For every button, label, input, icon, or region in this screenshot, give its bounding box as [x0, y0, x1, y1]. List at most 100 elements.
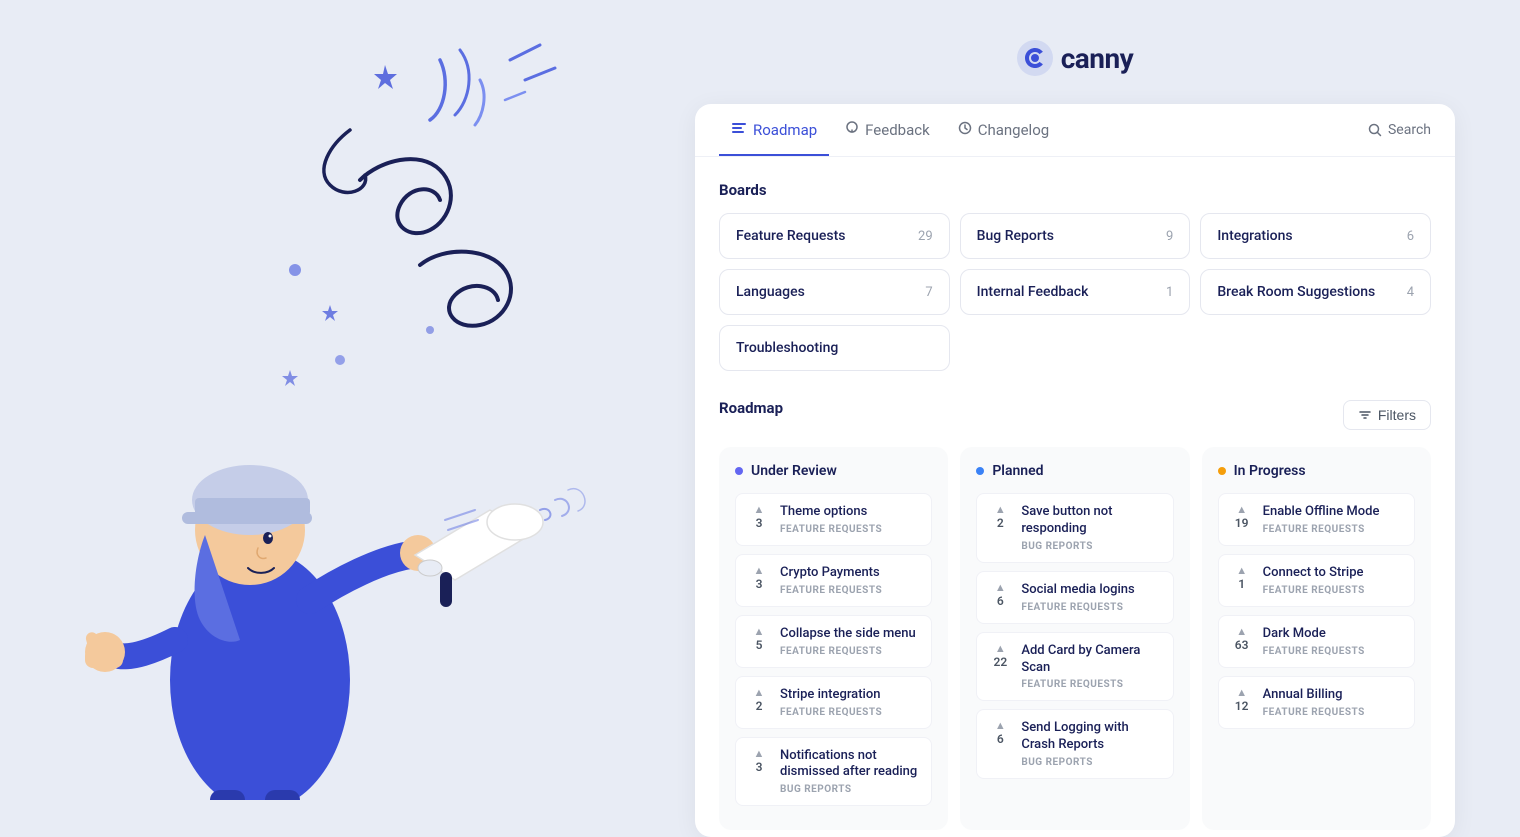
list-item[interactable]: ▲ 3 Crypto Payments FEATURE REQUESTS — [735, 554, 932, 607]
vote-count: 19 — [1235, 516, 1249, 530]
list-item[interactable]: ▲ 2 Stripe integration FEATURE REQUESTS — [735, 676, 932, 729]
vote-area: ▲ 63 — [1231, 626, 1253, 652]
main-card: Roadmap Feedback Changelog Search — [695, 104, 1455, 837]
vote-area: ▲ 3 — [748, 748, 770, 774]
item-title: Enable Offline Mode — [1263, 504, 1402, 521]
item-content: Connect to Stripe FEATURE REQUESTS — [1263, 565, 1402, 596]
tab-roadmap[interactable]: Roadmap — [719, 104, 829, 156]
roadmap-col-in-progress: In Progress ▲ 19 Enable Offline Mode FEA… — [1202, 447, 1431, 830]
vote-count: 12 — [1235, 699, 1249, 713]
item-content: Enable Offline Mode FEATURE REQUESTS — [1263, 504, 1402, 535]
item-tag: BUG REPORTS — [1021, 757, 1160, 768]
vote-arrow: ▲ — [995, 643, 1006, 654]
in-progress-dot — [1218, 467, 1226, 475]
board-count: 4 — [1407, 285, 1414, 300]
item-content: Theme options FEATURE REQUESTS — [780, 504, 919, 535]
list-item[interactable]: ▲ 3 Notifications not dismissed after re… — [735, 737, 932, 807]
board-count: 6 — [1407, 229, 1414, 244]
under-review-dot — [735, 467, 743, 475]
list-item[interactable]: ▲ 2 Save button not responding BUG REPOR… — [976, 493, 1173, 563]
boards-section-title: Boards — [719, 181, 1431, 199]
list-item[interactable]: ▲ 12 Annual Billing FEATURE REQUESTS — [1218, 676, 1415, 729]
list-item[interactable]: ▲ 22 Add Card by Camera Scan FEATURE REQ… — [976, 632, 1173, 702]
card-body: Boards Feature Requests 29 Bug Reports 9… — [695, 157, 1455, 837]
list-item[interactable]: ▲ 5 Collapse the side menu FEATURE REQUE… — [735, 615, 932, 668]
tab-feedback-label: Feedback — [865, 121, 930, 139]
board-name: Troubleshooting — [736, 340, 838, 356]
item-title: Send Logging with Crash Reports — [1021, 720, 1160, 754]
roadmap-col-planned: Planned ▲ 2 Save button not responding B… — [960, 447, 1189, 830]
item-title: Notifications not dismissed after readin… — [780, 748, 919, 782]
board-feature-requests[interactable]: Feature Requests 29 — [719, 213, 950, 259]
vote-arrow: ▲ — [1236, 565, 1247, 576]
tab-changelog-label: Changelog — [978, 121, 1049, 139]
vote-arrow: ▲ — [754, 626, 765, 637]
list-item[interactable]: ▲ 19 Enable Offline Mode FEATURE REQUEST… — [1218, 493, 1415, 546]
list-item[interactable]: ▲ 63 Dark Mode FEATURE REQUESTS — [1218, 615, 1415, 668]
board-break-room[interactable]: Break Room Suggestions 4 — [1200, 269, 1431, 315]
board-troubleshooting[interactable]: Troubleshooting — [719, 325, 950, 371]
board-name: Break Room Suggestions — [1217, 284, 1375, 300]
roadmap-col-under-review: Under Review ▲ 3 Theme options FEATURE R… — [719, 447, 948, 830]
vote-arrow: ▲ — [754, 504, 765, 515]
nav-tabs: Roadmap Feedback Changelog Search — [695, 104, 1455, 157]
tab-feedback[interactable]: Feedback — [833, 105, 942, 155]
list-item[interactable]: ▲ 6 Social media logins FEATURE REQUESTS — [976, 571, 1173, 624]
vote-count: 3 — [756, 516, 763, 530]
item-title: Annual Billing — [1263, 687, 1402, 704]
item-tag: BUG REPORTS — [780, 784, 919, 795]
boards-grid: Feature Requests 29 Bug Reports 9 Integr… — [719, 213, 1431, 371]
item-tag: FEATURE REQUESTS — [780, 707, 919, 718]
vote-area: ▲ 19 — [1231, 504, 1253, 530]
vote-arrow: ▲ — [1236, 687, 1247, 698]
board-count: 29 — [918, 229, 933, 244]
vote-arrow: ▲ — [754, 565, 765, 576]
vote-arrow: ▲ — [1236, 626, 1247, 637]
list-item[interactable]: ▲ 6 Send Logging with Crash Reports BUG … — [976, 709, 1173, 779]
col-header-planned: Planned — [976, 463, 1173, 479]
board-name: Internal Feedback — [977, 284, 1089, 300]
item-tag: FEATURE REQUESTS — [1263, 646, 1402, 657]
illustration-area — [0, 0, 630, 800]
logo-text: canny — [1061, 42, 1134, 75]
board-languages[interactable]: Languages 7 — [719, 269, 950, 315]
main-content: canny Roadmap Feedback Changelog — [630, 0, 1520, 837]
vote-area: ▲ 1 — [1231, 565, 1253, 591]
vote-area: ▲ 3 — [748, 504, 770, 530]
vote-area: ▲ 6 — [989, 720, 1011, 746]
list-item[interactable]: ▲ 1 Connect to Stripe FEATURE REQUESTS — [1218, 554, 1415, 607]
item-tag: FEATURE REQUESTS — [780, 646, 919, 657]
search-button[interactable]: Search — [1368, 114, 1431, 146]
vote-area: ▲ 3 — [748, 565, 770, 591]
board-internal-feedback[interactable]: Internal Feedback 1 — [960, 269, 1191, 315]
vote-arrow: ▲ — [995, 504, 1006, 515]
vote-area: ▲ 12 — [1231, 687, 1253, 713]
vote-area: ▲ 6 — [989, 582, 1011, 608]
item-title: Dark Mode — [1263, 626, 1402, 643]
filters-label: Filters — [1378, 407, 1416, 423]
filter-icon — [1358, 408, 1372, 422]
tab-roadmap-label: Roadmap — [753, 121, 817, 139]
vote-count: 63 — [1235, 638, 1249, 652]
item-title: Collapse the side menu — [780, 626, 919, 643]
board-bug-reports[interactable]: Bug Reports 9 — [960, 213, 1191, 259]
list-item[interactable]: ▲ 3 Theme options FEATURE REQUESTS — [735, 493, 932, 546]
item-tag: FEATURE REQUESTS — [780, 585, 919, 596]
board-integrations[interactable]: Integrations 6 — [1200, 213, 1431, 259]
board-count: 1 — [1166, 285, 1173, 300]
vote-area: ▲ 5 — [748, 626, 770, 652]
vote-count: 3 — [756, 760, 763, 774]
item-title: Theme options — [780, 504, 919, 521]
vote-count: 6 — [997, 594, 1004, 608]
item-title: Save button not responding — [1021, 504, 1160, 538]
canny-logo-icon — [1017, 40, 1053, 76]
vote-count: 2 — [997, 516, 1004, 530]
col-title-planned: Planned — [992, 463, 1043, 479]
item-content: Add Card by Camera Scan FEATURE REQUESTS — [1021, 643, 1160, 691]
item-tag: FEATURE REQUESTS — [780, 524, 919, 535]
tab-changelog[interactable]: Changelog — [946, 105, 1061, 155]
item-content: Dark Mode FEATURE REQUESTS — [1263, 626, 1402, 657]
roadmap-icon — [731, 120, 747, 140]
filters-button[interactable]: Filters — [1343, 400, 1431, 430]
item-tag: FEATURE REQUESTS — [1021, 602, 1160, 613]
